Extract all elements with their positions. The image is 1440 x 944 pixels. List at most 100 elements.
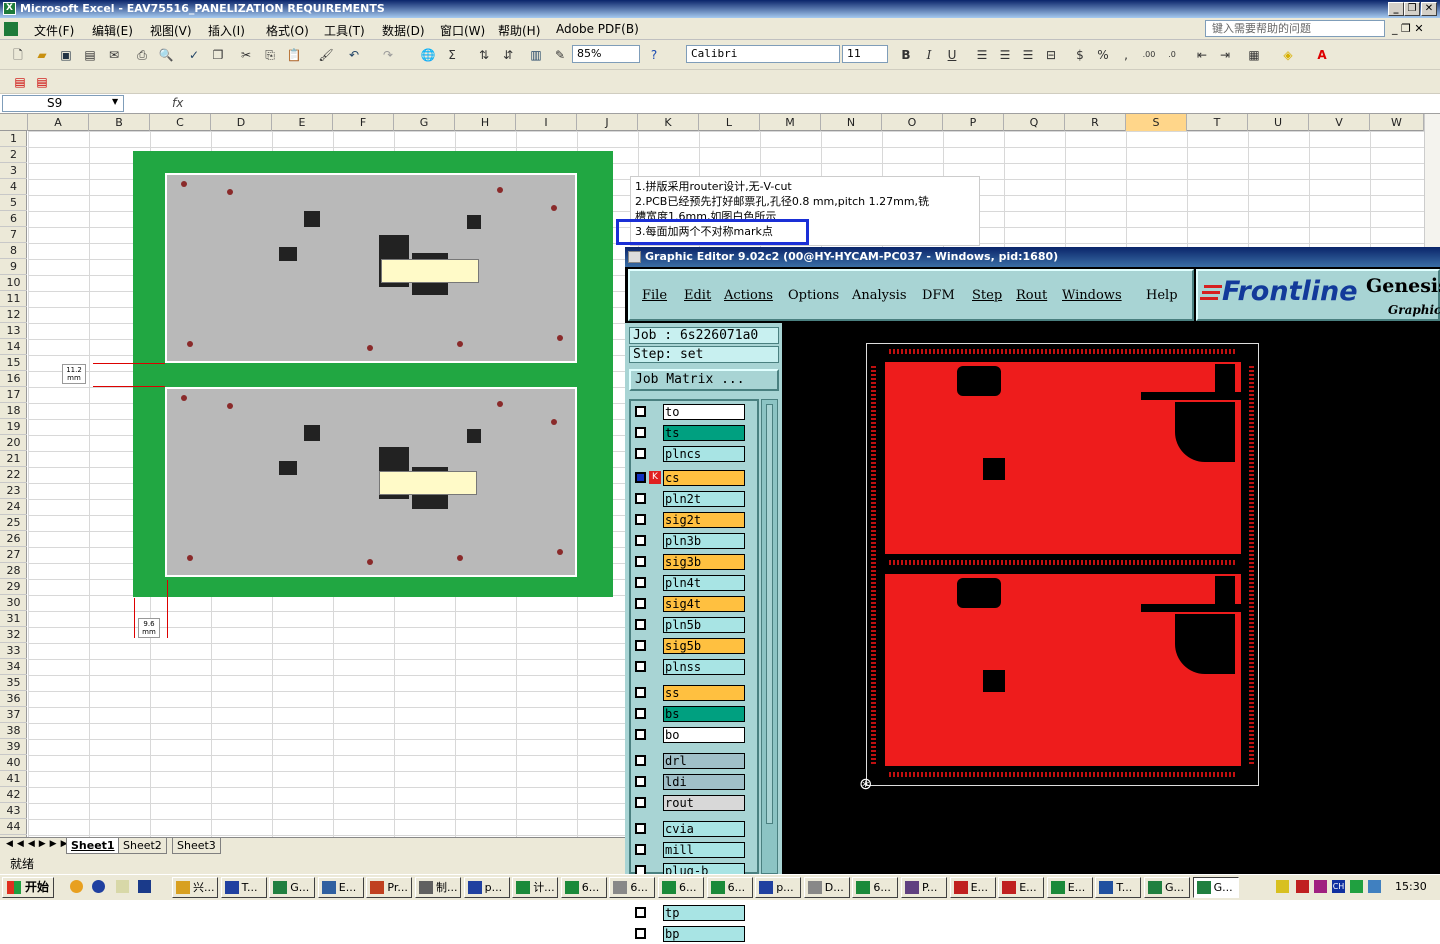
layer-name[interactable]: ldi bbox=[663, 774, 745, 790]
spelling-icon[interactable]: ✓ bbox=[186, 47, 202, 63]
column-header[interactable]: M bbox=[760, 114, 821, 131]
layer-row-sig3b[interactable]: sig3b bbox=[631, 553, 757, 572]
layer-name[interactable]: bo bbox=[663, 727, 745, 743]
print-preview-icon[interactable]: 🔍 bbox=[158, 47, 174, 63]
layer-row-pln5b[interactable]: pln5b bbox=[631, 616, 757, 635]
new-icon[interactable]: 🗋 bbox=[10, 47, 26, 63]
taskbar-item[interactable]: 6... bbox=[852, 877, 899, 898]
layer-checkbox[interactable] bbox=[635, 598, 646, 609]
taskbar-item[interactable]: 6... bbox=[658, 877, 704, 898]
row-header[interactable]: 4 bbox=[0, 179, 27, 195]
row-header[interactable]: 40 bbox=[0, 755, 27, 771]
layer-checkbox[interactable] bbox=[635, 640, 646, 651]
taskbar-item[interactable]: 计... bbox=[512, 877, 559, 898]
layer-row-sig4t[interactable]: sig4t bbox=[631, 595, 757, 614]
quicklaunch-icon[interactable] bbox=[138, 880, 151, 893]
merge-center-icon[interactable]: ⊟ bbox=[1043, 47, 1059, 63]
chart-wizard-icon[interactable]: ▥ bbox=[528, 47, 544, 63]
taskbar-item[interactable]: E... bbox=[1046, 877, 1093, 898]
taskbar-item[interactable]: 制... bbox=[415, 877, 461, 898]
layer-name[interactable]: pln2t bbox=[663, 491, 745, 507]
close-button[interactable]: ✕ bbox=[1421, 2, 1437, 16]
taskbar-item[interactable]: 兴... bbox=[172, 877, 218, 898]
row-header[interactable]: 7 bbox=[0, 227, 27, 243]
name-box[interactable]: S9 bbox=[2, 95, 124, 112]
percent-icon[interactable]: % bbox=[1095, 47, 1111, 63]
layer-row-pln4t[interactable]: pln4t bbox=[631, 574, 757, 593]
menu-data[interactable]: 数据(D) bbox=[382, 22, 425, 39]
copy-icon[interactable]: ⎘ bbox=[262, 47, 278, 63]
sort-descending-icon[interactable]: ⇵ bbox=[500, 47, 516, 63]
taskbar-item[interactable]: E... bbox=[998, 877, 1045, 898]
menu-rout[interactable]: Rout bbox=[1016, 288, 1047, 303]
help-search-input[interactable]: 键入需要帮助的问题 bbox=[1205, 20, 1385, 37]
layer-checkbox[interactable] bbox=[635, 928, 646, 939]
layer-row-cvia[interactable]: cvia bbox=[631, 820, 757, 839]
column-header[interactable]: G bbox=[394, 114, 455, 131]
layer-checkbox[interactable] bbox=[635, 823, 646, 834]
row-header[interactable]: 38 bbox=[0, 723, 27, 739]
font-select[interactable]: Calibri bbox=[686, 45, 840, 63]
column-header[interactable]: W bbox=[1370, 114, 1424, 131]
layer-checkbox[interactable] bbox=[635, 535, 646, 546]
row-header[interactable]: 33 bbox=[0, 643, 27, 659]
borders-icon[interactable]: ▦ bbox=[1246, 47, 1262, 63]
taskbar-item[interactable]: D... bbox=[803, 877, 850, 898]
row-header[interactable]: 43 bbox=[0, 803, 27, 819]
autosum-icon[interactable]: Σ bbox=[444, 47, 460, 63]
sort-ascending-icon[interactable]: ⇅ bbox=[476, 47, 492, 63]
layer-row-plncs[interactable]: plncs bbox=[631, 445, 757, 464]
taskbar-item[interactable]: 6... bbox=[609, 877, 656, 898]
decrease-indent-icon[interactable]: ⇤ bbox=[1194, 47, 1210, 63]
row-header[interactable]: 36 bbox=[0, 691, 27, 707]
row-header[interactable]: 44 bbox=[0, 819, 27, 835]
sheet-tab[interactable]: Sheet2 bbox=[118, 838, 167, 854]
taskbar-item[interactable]: G... bbox=[1192, 877, 1239, 898]
bold-button[interactable]: B bbox=[898, 47, 914, 63]
email-icon[interactable]: ✉ bbox=[106, 47, 122, 63]
column-header[interactable]: H bbox=[455, 114, 516, 131]
format-painter-icon[interactable]: 🖌 bbox=[318, 47, 334, 63]
row-header[interactable]: 25 bbox=[0, 515, 27, 531]
row-header[interactable]: 12 bbox=[0, 307, 27, 323]
layer-checkbox[interactable] bbox=[635, 556, 646, 567]
layer-checkbox[interactable] bbox=[635, 472, 646, 483]
layer-row-ldi[interactable]: ldi bbox=[631, 773, 757, 792]
row-header[interactable]: 32 bbox=[0, 627, 27, 643]
layer-row-cs[interactable]: Kcs bbox=[631, 469, 757, 488]
taskbar-item[interactable]: 6... bbox=[560, 877, 607, 898]
row-header[interactable]: 34 bbox=[0, 659, 27, 675]
layer-name[interactable]: mill bbox=[663, 842, 745, 858]
row-header[interactable]: 16 bbox=[0, 371, 27, 387]
row-header[interactable]: 15 bbox=[0, 355, 27, 371]
column-header[interactable]: I bbox=[516, 114, 577, 131]
row-header[interactable]: 10 bbox=[0, 275, 27, 291]
paste-icon[interactable]: 📋 bbox=[286, 47, 302, 63]
convert-pdf-icon[interactable]: ▤ bbox=[12, 74, 28, 90]
layer-row-mill[interactable]: mill bbox=[631, 841, 757, 860]
taskbar-item[interactable]: E... bbox=[949, 877, 996, 898]
layer-row-tp[interactable]: tp bbox=[631, 904, 757, 923]
layer-name[interactable]: tp bbox=[663, 905, 745, 921]
active-layer-icon[interactable]: K bbox=[649, 471, 661, 484]
layer-name[interactable]: plnss bbox=[663, 659, 745, 675]
menu-actions[interactable]: Actions bbox=[724, 288, 773, 303]
row-header[interactable]: 11 bbox=[0, 291, 27, 307]
sheet-tab[interactable]: Sheet3 bbox=[172, 838, 221, 854]
layer-name[interactable]: drl bbox=[663, 753, 745, 769]
layer-name[interactable]: pln4t bbox=[663, 575, 745, 591]
row-header[interactable]: 37 bbox=[0, 707, 27, 723]
row-header[interactable]: 19 bbox=[0, 419, 27, 435]
layer-checkbox[interactable] bbox=[635, 514, 646, 525]
increase-indent-icon[interactable]: ⇥ bbox=[1217, 47, 1233, 63]
research-icon[interactable]: ❐ bbox=[210, 47, 226, 63]
start-button[interactable]: 开始 bbox=[2, 877, 54, 898]
taskbar-item[interactable]: P... bbox=[901, 877, 947, 898]
menu-dfm[interactable]: DFM bbox=[922, 288, 955, 303]
menu-insert[interactable]: 插入(I) bbox=[208, 22, 245, 39]
row-header[interactable]: 14 bbox=[0, 339, 27, 355]
column-header[interactable]: P bbox=[943, 114, 1004, 131]
menu-window[interactable]: 窗口(W) bbox=[440, 22, 485, 39]
layer-name[interactable]: sig5b bbox=[663, 638, 745, 654]
tray-icon[interactable] bbox=[1276, 880, 1289, 893]
